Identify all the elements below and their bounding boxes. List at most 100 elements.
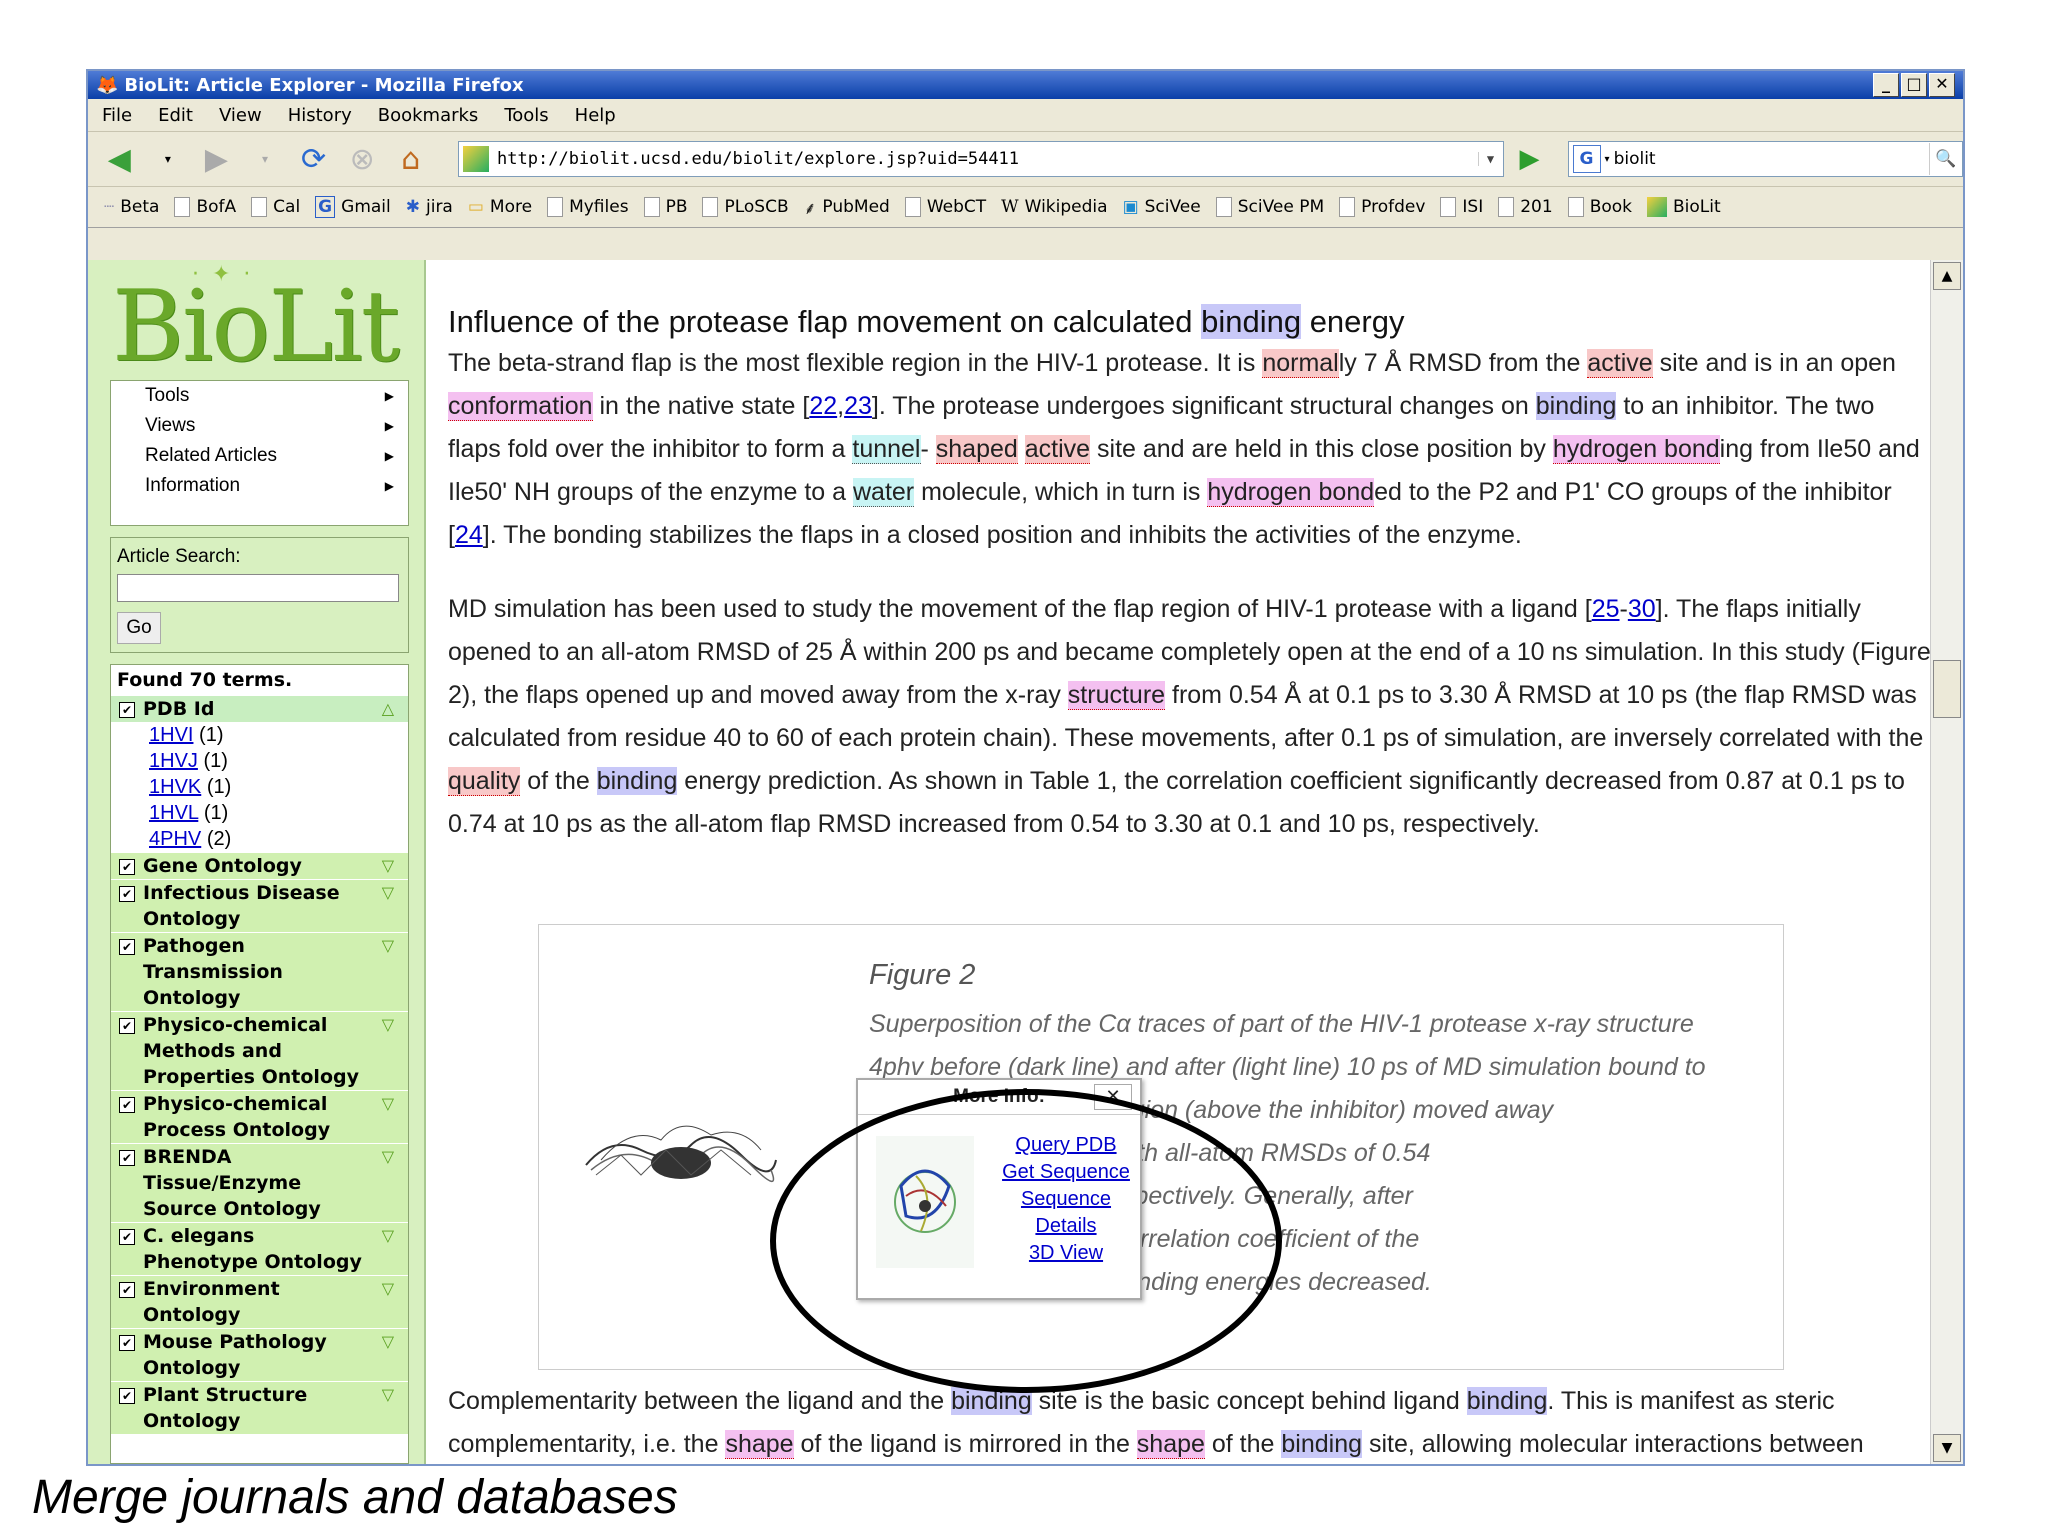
back-dropdown-icon[interactable]: ▾ xyxy=(149,139,188,179)
bookmark-item[interactable]: Cal xyxy=(251,197,300,217)
side-menu-information[interactable]: Information ▶ xyxy=(111,471,408,501)
home-icon[interactable]: ⌂ xyxy=(391,139,430,179)
term-ontology[interactable]: ✔ Physico-chemical Methods and Properties… xyxy=(111,1011,408,1090)
search-text[interactable]: biolit xyxy=(1610,149,1929,169)
search-bar[interactable]: G ▾ biolit 🔍 xyxy=(1567,141,1963,177)
expand-triangle-icon[interactable]: ▽ xyxy=(382,933,394,959)
search-icon[interactable]: 🔍 xyxy=(1929,143,1962,175)
sequence-link[interactable]: Sequence xyxy=(998,1186,1134,1213)
scroll-up-arrow-icon[interactable]: ▲ xyxy=(1933,262,1961,290)
menu-history[interactable]: History xyxy=(288,105,352,126)
pdb-link[interactable]: 1HVI xyxy=(149,724,193,746)
bookmark-item[interactable]: Profdev xyxy=(1339,197,1425,217)
expand-triangle-icon[interactable]: ▽ xyxy=(382,1276,394,1302)
pdb-link[interactable]: 1HVK xyxy=(149,776,201,798)
checkbox[interactable]: ✔ xyxy=(119,1097,135,1113)
bookmark-item[interactable]: WebCT xyxy=(904,197,986,217)
minimize-button[interactable]: _ xyxy=(1873,73,1899,97)
expand-triangle-icon[interactable]: ▽ xyxy=(382,1091,394,1117)
scroll-down-arrow-icon[interactable]: ▼ xyxy=(1933,1434,1961,1462)
term-ontology[interactable]: ✔ Pathogen Transmission Ontology ▽ xyxy=(111,932,408,1011)
bookmark-item[interactable]: BofA xyxy=(174,197,236,217)
side-menu-views[interactable]: Views ▶ xyxy=(111,411,408,441)
expand-triangle-icon[interactable]: ▽ xyxy=(382,1329,394,1355)
checkbox[interactable]: ✔ xyxy=(119,1335,135,1351)
expand-triangle-icon[interactable]: ▽ xyxy=(382,1144,394,1170)
term-ontology[interactable]: ✔ Gene Ontology ▽ xyxy=(111,852,408,879)
maximize-button[interactable]: □ xyxy=(1901,73,1927,97)
bookmark-item[interactable]: W Wikipedia xyxy=(1001,197,1107,217)
expand-triangle-icon[interactable]: ▽ xyxy=(382,1223,394,1249)
bookmark-item[interactable]: ISI xyxy=(1440,197,1483,217)
url-dropdown-icon[interactable]: ▼ xyxy=(1477,152,1503,166)
3d-view-link[interactable]: 3D View xyxy=(998,1240,1134,1267)
bookmark-item[interactable]: 201 xyxy=(1498,197,1553,217)
checkbox[interactable]: ✔ xyxy=(119,1018,135,1034)
bookmark-item[interactable]: G Gmail xyxy=(315,196,391,218)
checkbox[interactable]: ✔ xyxy=(119,886,135,902)
menu-bookmarks[interactable]: Bookmarks xyxy=(378,105,479,126)
term-ontology[interactable]: ✔ Environment Ontology ▽ xyxy=(111,1275,408,1328)
bookmark-item[interactable]: ┈ Beta xyxy=(104,197,159,217)
term-ontology[interactable]: ✔ BRENDA Tissue/Enzyme Source Ontology ▽ xyxy=(111,1143,408,1222)
menu-tools[interactable]: Tools xyxy=(504,105,548,126)
reload-icon[interactable]: ⟳ xyxy=(294,139,333,179)
term-ontology[interactable]: ✔ Infectious Disease Ontology ▽ xyxy=(111,879,408,932)
get-sequence-link[interactable]: Get Sequence xyxy=(998,1159,1134,1186)
term-highlight[interactable]: binding xyxy=(1201,304,1302,339)
bookmark-item[interactable]: ✱ jira xyxy=(406,197,453,217)
menu-file[interactable]: File xyxy=(102,105,132,126)
details-link[interactable]: Details xyxy=(998,1213,1134,1240)
protein-structure-image[interactable] xyxy=(581,1105,781,1205)
url-text[interactable]: http://biolit.ucsd.edu/biolit/explore.js… xyxy=(497,149,1477,169)
google-engine-icon[interactable]: G xyxy=(1572,145,1601,173)
checkbox[interactable]: ✔ xyxy=(119,1150,135,1166)
bookmark-item[interactable]: SciVee PM xyxy=(1215,197,1324,217)
stop-icon[interactable]: ⊗ xyxy=(343,139,382,179)
bookmark-item[interactable]: ▣ SciVee xyxy=(1123,197,1201,217)
bookmark-item[interactable]: PB xyxy=(643,197,687,217)
term-ontology[interactable]: ✔ Plant Structure Ontology ▽ xyxy=(111,1381,408,1434)
scrollbar-thumb[interactable] xyxy=(1933,660,1961,718)
vertical-scrollbar[interactable]: ▲ ▼ xyxy=(1930,260,1963,1464)
checkbox[interactable]: ✔ xyxy=(119,939,135,955)
checkbox[interactable]: ✔ xyxy=(119,859,135,875)
article-search-input[interactable] xyxy=(117,574,399,602)
checkbox[interactable]: ✔ xyxy=(119,1388,135,1404)
pdb-link[interactable]: 4PHV xyxy=(149,828,201,850)
bookmark-item[interactable]: Myfiles xyxy=(547,197,629,217)
collapse-triangle-icon[interactable]: △ xyxy=(382,696,394,722)
expand-triangle-icon[interactable]: ▽ xyxy=(382,880,394,906)
expand-triangle-icon[interactable]: ▽ xyxy=(382,853,394,879)
go-button[interactable]: Go xyxy=(117,612,161,644)
forward-icon[interactable]: ▶ xyxy=(197,139,236,179)
back-icon[interactable]: ◀ xyxy=(100,139,139,179)
pdb-link[interactable]: 1HVL xyxy=(149,802,198,824)
term-ontology[interactable]: ✔ Mouse Pathology Ontology ▽ xyxy=(111,1328,408,1381)
checkbox[interactable]: ✔ xyxy=(119,1229,135,1245)
bookmark-item[interactable]: ▭ More xyxy=(468,197,532,217)
query-pdb-link[interactable]: Query PDB xyxy=(998,1132,1134,1159)
pdb-link[interactable]: 1HVJ xyxy=(149,750,198,772)
bookmark-item[interactable]: ⸙ PubMed xyxy=(804,196,890,219)
term-ontology[interactable]: ✔ C. elegans Phenotype Ontology ▽ xyxy=(111,1222,408,1275)
close-window-button[interactable]: ✕ xyxy=(1929,73,1955,97)
menu-help[interactable]: Help xyxy=(575,105,616,126)
menu-edit[interactable]: Edit xyxy=(158,105,193,126)
bookmark-item[interactable]: Book xyxy=(1567,197,1632,217)
side-menu-tools[interactable]: Tools ▶ xyxy=(111,381,408,411)
menu-view[interactable]: View xyxy=(219,105,262,126)
term-pdb-id[interactable]: ✔ PDB Id △ xyxy=(111,695,408,722)
forward-dropdown-icon[interactable]: ▾ xyxy=(246,139,285,179)
popup-close-button[interactable]: ✕ xyxy=(1094,1084,1132,1110)
side-menu-related-articles[interactable]: Related Articles ▶ xyxy=(111,441,408,471)
bookmark-item[interactable]: PLoSCB xyxy=(702,197,789,217)
term-ontology[interactable]: ✔ Physico-chemical Process Ontology ▽ xyxy=(111,1090,408,1143)
expand-triangle-icon[interactable]: ▽ xyxy=(382,1382,394,1408)
expand-triangle-icon[interactable]: ▽ xyxy=(382,1012,394,1038)
bookmark-item[interactable]: BioLit xyxy=(1647,197,1721,217)
go-arrow-icon[interactable]: ▶ xyxy=(1520,144,1540,174)
checkbox[interactable]: ✔ xyxy=(119,702,135,718)
checkbox[interactable]: ✔ xyxy=(119,1282,135,1298)
url-bar[interactable]: http://biolit.ucsd.edu/biolit/explore.js… xyxy=(458,141,1504,177)
